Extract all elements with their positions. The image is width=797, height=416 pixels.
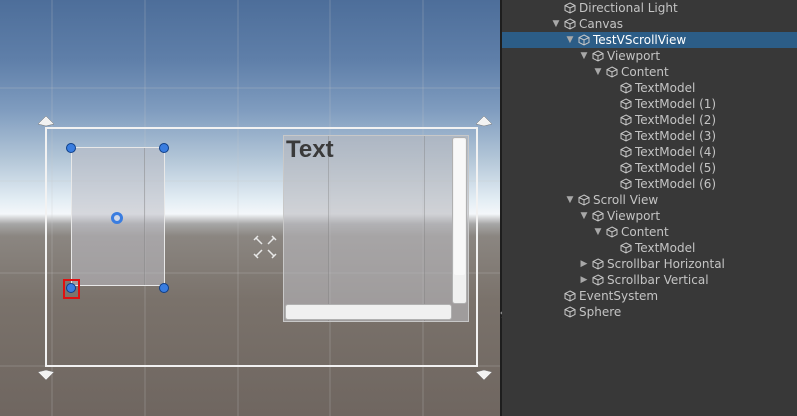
vertical-scrollbar-thumb[interactable]	[454, 139, 465, 275]
gameobject-cube-icon	[606, 66, 618, 78]
gameobject-cube-icon	[620, 114, 632, 126]
hierarchy-item[interactable]: Directional Light	[502, 0, 797, 16]
hierarchy-item-label: TextModel (2)	[635, 113, 717, 127]
expand-arrow-icon[interactable]: ▼	[578, 48, 590, 64]
hierarchy-item[interactable]: ▼ Content	[502, 64, 797, 80]
collapse-arrow-icon[interactable]: ▶	[578, 256, 590, 272]
gameobject-cube-icon	[564, 2, 576, 14]
hierarchy-item-label: TextModel (4)	[635, 145, 717, 159]
gameobject-cube-icon	[592, 210, 604, 222]
gameobject-cube-icon	[578, 194, 590, 206]
hierarchy-item-label: Scroll View	[593, 193, 659, 207]
gameobject-cube-icon	[564, 306, 576, 318]
hierarchy-item-label: Canvas	[579, 17, 624, 31]
gameobject-cube-icon	[592, 50, 604, 62]
gameobject-cube-icon	[564, 290, 576, 302]
scene-view[interactable]: Text	[0, 0, 500, 416]
expand-arrow-icon[interactable]: ▼	[550, 16, 562, 32]
anchor-icon[interactable]	[252, 234, 278, 260]
gameobject-cube-icon	[620, 146, 632, 158]
expand-arrow-icon[interactable]: ▼	[592, 64, 604, 80]
hierarchy-item-label: Viewport	[607, 49, 661, 63]
hierarchy-item-label: TextModel (1)	[635, 97, 717, 111]
hierarchy-item[interactable]: ▼ Canvas	[502, 16, 797, 32]
hierarchy-item-label: TextModel (3)	[635, 129, 717, 143]
hierarchy-item[interactable]: Sphere	[502, 304, 797, 320]
highlight-box	[63, 279, 80, 299]
expand-arrow-icon[interactable]: ▼	[564, 32, 576, 48]
vertical-scrollbar[interactable]	[452, 137, 467, 304]
hierarchy-item[interactable]: ▼ Content	[502, 224, 797, 240]
hierarchy-item[interactable]: TextModel (4)	[502, 144, 797, 160]
hierarchy-item[interactable]: TextModel (2)	[502, 112, 797, 128]
gameobject-cube-icon	[620, 178, 632, 190]
gameobject-cube-icon	[578, 34, 590, 46]
pivot-handle[interactable]	[111, 212, 123, 224]
gameobject-cube-icon	[592, 258, 604, 270]
hierarchy-item-label: Viewport	[607, 209, 661, 223]
hierarchy-item[interactable]: ▼ Scroll View	[502, 192, 797, 208]
canvas-corner-top-left[interactable]	[36, 114, 56, 134]
rect-handle-top-left[interactable]	[66, 143, 76, 153]
gameobject-cube-icon	[620, 242, 632, 254]
hierarchy-item[interactable]: ▼ TestVScrollView	[502, 32, 797, 48]
hierarchy-panel[interactable]: Directional Light ▼ Canvas ▼ TestVScrollView…	[502, 0, 797, 416]
scroll-view-preview[interactable]: Text	[283, 135, 469, 322]
hierarchy-item-label: Content	[621, 65, 669, 79]
panel-divider	[424, 136, 425, 321]
gameobject-cube-icon	[620, 130, 632, 142]
hierarchy-item[interactable]: TextModel	[502, 80, 797, 96]
hierarchy-item[interactable]: TextModel (1)	[502, 96, 797, 112]
text-label: Text	[286, 136, 334, 163]
hierarchy-item[interactable]: TextModel (6)	[502, 176, 797, 192]
rect-divider	[144, 148, 145, 285]
hierarchy-item-label: Content	[621, 225, 669, 239]
hierarchy-item[interactable]: ▶ Scrollbar Vertical	[502, 272, 797, 288]
gameobject-cube-icon	[620, 98, 632, 110]
expand-arrow-icon[interactable]: ▼	[564, 192, 576, 208]
expand-arrow-icon[interactable]: ▼	[578, 208, 590, 224]
hierarchy-item-label: Scrollbar Vertical	[607, 273, 709, 287]
hierarchy-item[interactable]: TextModel	[502, 240, 797, 256]
hierarchy-item-label: Directional Light	[579, 1, 678, 15]
hierarchy-item[interactable]: EventSystem	[502, 288, 797, 304]
hierarchy-item[interactable]: ▼ Viewport	[502, 208, 797, 224]
canvas-corner-bottom-left[interactable]	[36, 362, 56, 382]
hierarchy-item-label: TestVScrollView	[593, 33, 687, 47]
hierarchy-item-label: Scrollbar Horizontal	[607, 257, 725, 271]
hierarchy-item[interactable]: TextModel (5)	[502, 160, 797, 176]
canvas-corner-top-right[interactable]	[474, 114, 494, 134]
hierarchy-item-label: TextModel (6)	[635, 177, 717, 191]
hierarchy-item[interactable]: ▼ Viewport	[502, 48, 797, 64]
expand-arrow-icon[interactable]: ▼	[592, 224, 604, 240]
gameobject-cube-icon	[620, 162, 632, 174]
hierarchy-item-label: Sphere	[579, 305, 622, 319]
hierarchy-item-label: TextModel	[635, 81, 696, 95]
hierarchy-item[interactable]: TextModel (3)	[502, 128, 797, 144]
gameobject-cube-icon	[620, 82, 632, 94]
canvas-corner-bottom-right[interactable]	[474, 362, 494, 382]
hierarchy-item-label: TextModel	[635, 241, 696, 255]
collapse-arrow-icon[interactable]: ▶	[578, 272, 590, 288]
horizontal-scrollbar[interactable]	[285, 304, 452, 320]
hierarchy-item[interactable]: ▶ Scrollbar Horizontal	[502, 256, 797, 272]
hierarchy-item-label: EventSystem	[579, 289, 659, 303]
gameobject-cube-icon	[592, 274, 604, 286]
gameobject-cube-icon	[606, 226, 618, 238]
rect-handle-top-right[interactable]	[159, 143, 169, 153]
rect-handle-bottom-right[interactable]	[159, 283, 169, 293]
gameobject-cube-icon	[564, 18, 576, 30]
hierarchy-item-label: TextModel (5)	[635, 161, 717, 175]
